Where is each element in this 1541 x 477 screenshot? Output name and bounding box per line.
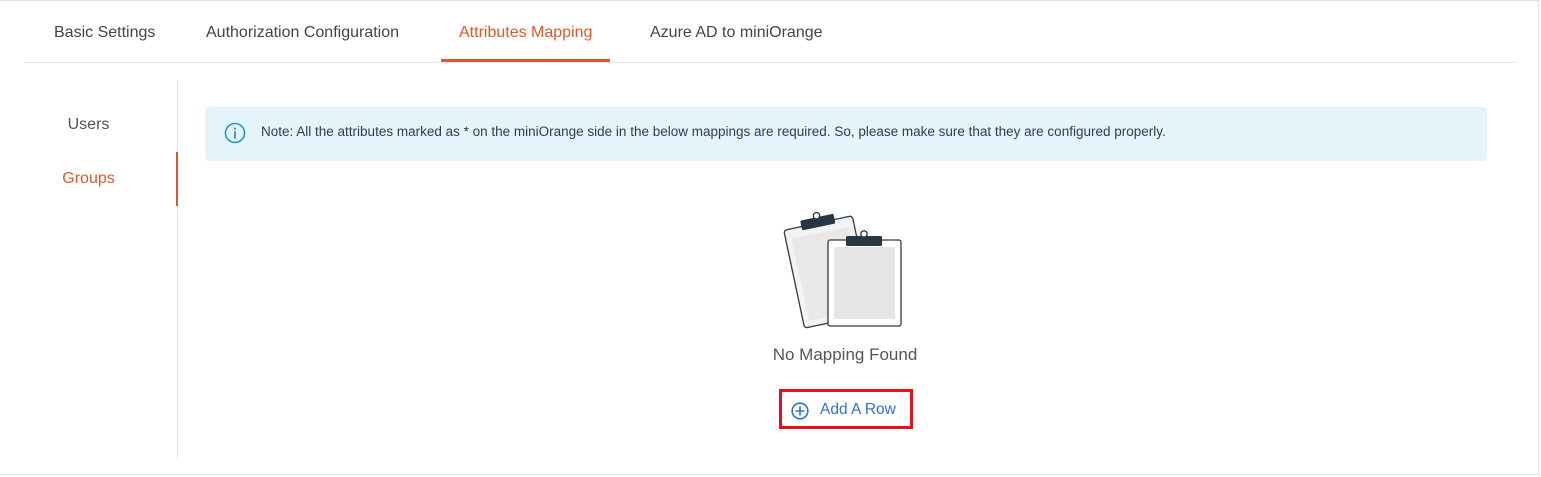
- tab-attributes-mapping[interactable]: Attributes Mapping: [440, 10, 611, 62]
- sub-sidebar: Users Groups: [0, 80, 178, 458]
- empty-state-message: No Mapping Found: [772, 345, 918, 364]
- tab-azure-ad-to-miniorange[interactable]: Azure AD to miniOrange: [650, 10, 823, 60]
- page-frame: [0, 0, 1539, 475]
- info-icon: [224, 122, 246, 144]
- sidebar-item-users[interactable]: Users: [0, 98, 177, 152]
- sidebar-item-groups[interactable]: Groups: [0, 152, 178, 206]
- note-banner: Note: All the attributes marked as * on …: [205, 107, 1487, 161]
- note-text: Note: All the attributes marked as * on …: [261, 124, 1166, 139]
- clipboards-icon: [783, 211, 902, 329]
- tab-basic-settings[interactable]: Basic Settings: [54, 10, 155, 60]
- add-row-label: Add A Row: [820, 401, 896, 418]
- plus-circle-icon: [791, 402, 809, 420]
- tab-authorization-configuration[interactable]: Authorization Configuration: [206, 10, 399, 60]
- add-row-button[interactable]: Add A Row: [779, 389, 913, 429]
- tab-bar: Basic Settings Authorization Configurati…: [25, 10, 1515, 63]
